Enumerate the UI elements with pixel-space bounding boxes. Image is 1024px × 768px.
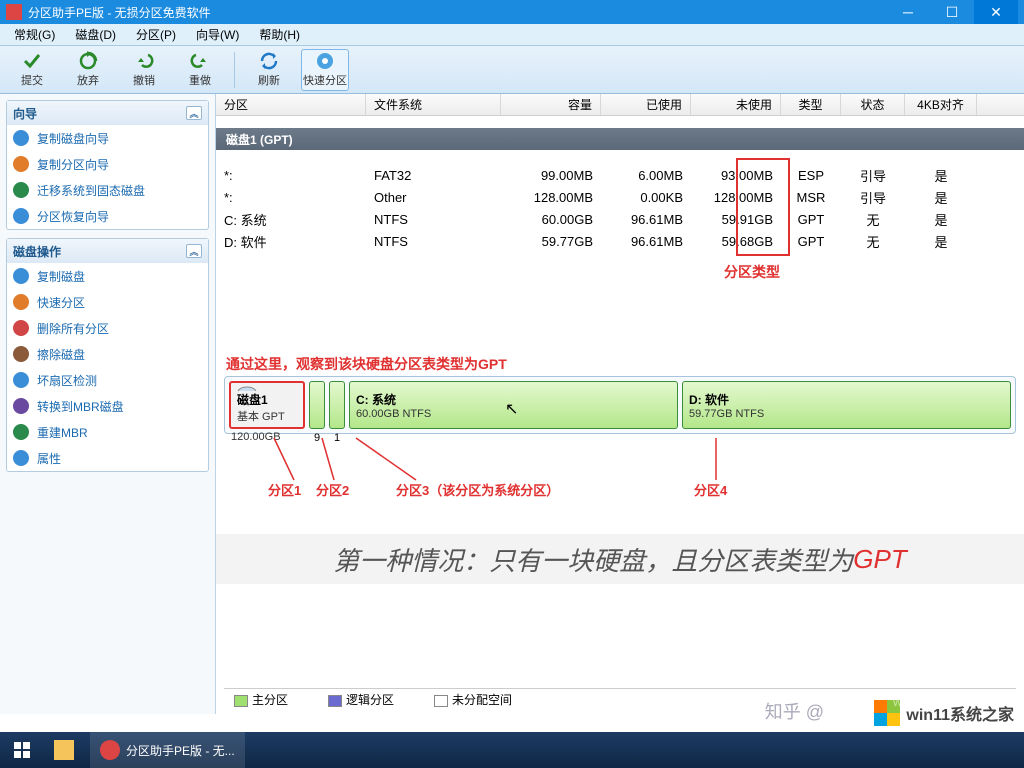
legend-main: 主分区	[234, 691, 288, 708]
undo-button[interactable]: 撤销	[120, 49, 168, 91]
menu-help[interactable]: 帮助(H)	[249, 26, 310, 43]
legend-logical: 逻辑分区	[328, 691, 394, 708]
scan-icon	[13, 372, 29, 388]
annot-p2: 分区2	[316, 480, 349, 499]
sidebar-item-copy-disk[interactable]: 复制磁盘	[7, 263, 208, 289]
col-free[interactable]: 未使用	[691, 94, 781, 115]
legend-unalloc: 未分配空间	[434, 691, 512, 708]
diskops-panel-head[interactable]: 磁盘操作︽	[7, 239, 208, 263]
titlebar: 分区助手PE版 - 无损分区免费软件 ─ ☐ ✕	[0, 0, 1024, 24]
rebuild-icon	[13, 424, 29, 440]
close-button[interactable]: ✕	[974, 0, 1018, 24]
sidebar-item-migrate-os[interactable]: 迁移系统到固态磁盘	[7, 177, 208, 203]
sidebar-item-bad-sector[interactable]: 坏扇区检测	[7, 367, 208, 393]
col-4k[interactable]: 4KB对齐	[905, 94, 977, 115]
taskbar-app[interactable]: 分区助手PE版 - 无...	[90, 732, 245, 768]
disk-header-row[interactable]: 磁盘1 (GPT)	[216, 128, 1024, 150]
col-used[interactable]: 已使用	[601, 94, 691, 115]
sidebar-item-convert-mbr[interactable]: 转换到MBR磁盘	[7, 393, 208, 419]
watermark-domain: www.relsound.com	[893, 694, 1010, 709]
toolbar-divider	[234, 52, 235, 88]
watermark-zhihu: 知乎 @	[765, 698, 824, 724]
column-headers: 分区 文件系统 容量 已使用 未使用 类型 状态 4KB对齐	[216, 94, 1024, 116]
partition-table: 磁盘1 (GPT) *:FAT3299.00MB6.00MB93.00MBESP…	[216, 116, 1024, 252]
annot-p4: 分区4	[694, 480, 727, 499]
start-button[interactable]	[0, 732, 44, 768]
menubar: 常规(G) 磁盘(D) 分区(P) 向导(W) 帮助(H)	[0, 24, 1024, 46]
convert-icon	[13, 398, 29, 414]
content-area: 分区 文件系统 容量 已使用 未使用 类型 状态 4KB对齐 磁盘1 (GPT)…	[216, 94, 1024, 714]
wipe-icon	[13, 346, 29, 362]
sidebar-item-rebuild-mbr[interactable]: 重建MBR	[7, 419, 208, 445]
quick-icon	[13, 294, 29, 310]
annot-p1: 分区1	[268, 480, 301, 499]
partition-segment-4[interactable]: D: 软件 59.77GB NTFS	[682, 381, 1011, 429]
type-highlight-box	[736, 158, 790, 256]
annot-type-label: 分区类型	[724, 262, 780, 282]
folder-icon	[54, 740, 74, 760]
taskbar: 分区助手PE版 - 无...	[0, 732, 1024, 768]
wizard-panel: 向导︽ 复制磁盘向导 复制分区向导 迁移系统到固态磁盘 分区恢复向导	[6, 100, 209, 230]
app-icon	[6, 4, 22, 20]
commit-button[interactable]: 提交	[8, 49, 56, 91]
caption-overlay: 第一种情况：只有一块硬盘，且分区表类型为GPT	[216, 534, 1024, 584]
refresh-button[interactable]: 刷新	[245, 49, 293, 91]
migrate-icon	[13, 182, 29, 198]
taskbar-explorer[interactable]	[44, 732, 90, 768]
disk-map: 磁盘1 基本 GPT 120.00GB 9 1 C: 系统 60.00GB NT…	[224, 376, 1016, 434]
delete-icon	[13, 320, 29, 336]
annot-p3: 分区3（该分区为系统分区）	[396, 480, 559, 499]
partition-segment-2[interactable]: 1	[329, 381, 345, 429]
windows-icon	[14, 742, 30, 758]
minimize-button[interactable]: ─	[886, 0, 930, 24]
table-row[interactable]: C: 系统NTFS60.00GB96.61MB59.91GBGPT无是	[216, 208, 1024, 230]
menu-wizard[interactable]: 向导(W)	[186, 26, 249, 43]
menu-partition[interactable]: 分区(P)	[126, 26, 186, 43]
recovery-icon	[13, 208, 29, 224]
sidebar-item-partition-recovery[interactable]: 分区恢复向导	[7, 203, 208, 229]
quick-partition-button[interactable]: 快速分区	[301, 49, 349, 91]
app-icon	[100, 740, 120, 760]
sidebar-item-delete-all[interactable]: 删除所有分区	[7, 315, 208, 341]
properties-icon	[13, 450, 29, 466]
discard-button[interactable]: 放弃	[64, 49, 112, 91]
col-filesystem[interactable]: 文件系统	[366, 94, 501, 115]
sidebar-item-copy-partition-wizard[interactable]: 复制分区向导	[7, 151, 208, 177]
sidebar-item-copy-disk-wizard[interactable]: 复制磁盘向导	[7, 125, 208, 151]
menu-disk[interactable]: 磁盘(D)	[65, 26, 126, 43]
col-partition[interactable]: 分区	[216, 94, 366, 115]
annot-observe: 通过这里，观察到该块硬盘分区表类型为GPT	[226, 354, 507, 374]
maximize-button[interactable]: ☐	[930, 0, 974, 24]
disk-copy-icon	[13, 130, 29, 146]
chevron-up-icon[interactable]: ︽	[186, 106, 202, 120]
partition-copy-icon	[13, 156, 29, 172]
table-row[interactable]: *:Other128.00MB0.00KB128.00MBMSR引导是	[216, 186, 1024, 208]
partition-segment-1[interactable]: 9	[309, 381, 325, 429]
table-row[interactable]: D: 软件NTFS59.77GB96.61MB59.68GBGPT无是	[216, 230, 1024, 252]
menu-general[interactable]: 常规(G)	[4, 26, 65, 43]
chevron-up-icon[interactable]: ︽	[186, 244, 202, 258]
col-capacity[interactable]: 容量	[501, 94, 601, 115]
sidebar-item-properties[interactable]: 属性	[7, 445, 208, 471]
toolbar: 提交 放弃 撤销 重做 刷新 快速分区	[0, 46, 1024, 94]
wizard-panel-head[interactable]: 向导︽	[7, 101, 208, 125]
table-row[interactable]: *:FAT3299.00MB6.00MB93.00MBESP引导是	[216, 164, 1024, 186]
redo-button[interactable]: 重做	[176, 49, 224, 91]
col-status[interactable]: 状态	[841, 94, 905, 115]
disk-segment[interactable]: 磁盘1 基本 GPT 120.00GB	[229, 381, 305, 429]
sidebar-item-quick-partition[interactable]: 快速分区	[7, 289, 208, 315]
partition-segment-3[interactable]: C: 系统 60.00GB NTFS	[349, 381, 678, 429]
window-title: 分区助手PE版 - 无损分区免费软件	[28, 4, 211, 21]
sidebar-item-wipe-disk[interactable]: 擦除磁盘	[7, 341, 208, 367]
sidebar: 向导︽ 复制磁盘向导 复制分区向导 迁移系统到固态磁盘 分区恢复向导 磁盘操作︽…	[0, 94, 216, 714]
disk-icon	[13, 268, 29, 284]
diskops-panel: 磁盘操作︽ 复制磁盘 快速分区 删除所有分区 擦除磁盘 坏扇区检测 转换到MBR…	[6, 238, 209, 472]
col-type[interactable]: 类型	[781, 94, 841, 115]
